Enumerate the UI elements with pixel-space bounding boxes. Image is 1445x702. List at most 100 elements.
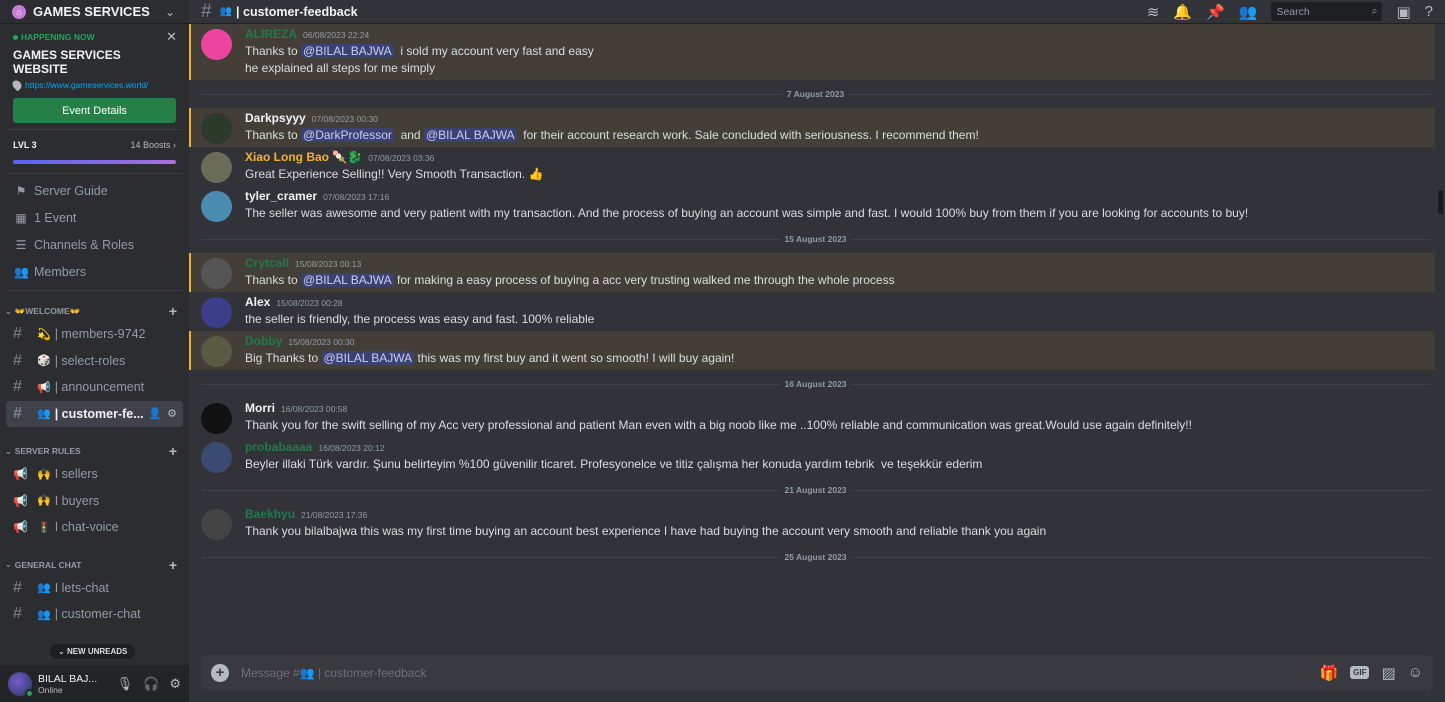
message-body: Dobby 15/08/2023 00:30 Big Thanks to @BILA…: [245, 334, 1425, 367]
message[interactable]: Xiao Long Bao 🍡🐉 07/08/2023 03:36 Great Ex…: [189, 147, 1435, 186]
message[interactable]: Darkpsyyy 07/08/2023 00:30 Thanks to @Dark…: [189, 108, 1435, 147]
message-body: ALIREZA 06/08/2023 22:24 Thanks to @BILAL …: [245, 27, 1425, 77]
microphone-icon[interactable]: 🎙: [117, 676, 134, 692]
author-name[interactable]: Darkpsyyy: [245, 111, 306, 125]
add-channel-icon[interactable]: +: [169, 557, 177, 573]
channel-lets-chat[interactable]: # 👥 I lets-chat: [6, 575, 183, 602]
invite-icon[interactable]: 👤: [148, 407, 162, 420]
avatar[interactable]: [201, 297, 232, 328]
message-header: probabaaaa 16/08/2023 20:12: [245, 440, 1425, 456]
category-general-chat[interactable]: ⌄ GENERAL CHAT +: [0, 555, 189, 575]
user-mention[interactable]: @BILAL BAJWA: [301, 273, 394, 287]
message-content: Thanks to @DarkProfessor and @BILAL BAJW…: [245, 127, 1425, 144]
channel-customer-feedback[interactable]: # 👥 | customer-fe... 👤 ⚙: [6, 400, 183, 427]
gif-icon[interactable]: GIF: [1350, 666, 1370, 679]
author-name[interactable]: Dobby: [245, 334, 282, 348]
nav-channels-roles[interactable]: ☰ Channels & Roles: [0, 231, 189, 258]
author-name[interactable]: ALIREZA: [245, 27, 297, 41]
boost-bar: [13, 160, 176, 164]
add-channel-icon[interactable]: +: [169, 303, 177, 319]
nav-server-guide[interactable]: ⚑ Server Guide: [0, 177, 189, 204]
category-server-rules[interactable]: ⌄ SERVER RULES +: [0, 441, 189, 461]
channel-sellers[interactable]: 📢 🙌 I sellers: [6, 461, 183, 488]
server-header[interactable]: ⌂ GAMES SERVICES ⌄: [0, 0, 189, 24]
channel-members[interactable]: # 💫 | members-9742: [6, 321, 183, 348]
channel-customer-chat[interactable]: # 👥 | customer-chat: [6, 601, 183, 628]
channels-icon: ☰: [15, 237, 27, 252]
bell-icon[interactable]: 🔔: [1173, 3, 1192, 21]
message[interactable]: tyler_cramer 07/08/2023 17:16 The seller w…: [189, 186, 1435, 225]
close-icon[interactable]: ✕: [166, 29, 177, 45]
boost-level: LVL 3: [13, 140, 37, 150]
message-input[interactable]: [241, 665, 1308, 680]
user-mention[interactable]: @BILAL BAJWA: [301, 44, 394, 58]
author-name[interactable]: Xiao Long Bao 🍡🐉: [245, 150, 362, 164]
nav-events[interactable]: ▦ 1 Event: [0, 204, 189, 231]
avatar[interactable]: [201, 258, 232, 289]
emoji-icon[interactable]: ☺: [1408, 664, 1423, 681]
message-text: The seller was awesome and very patient …: [245, 206, 1249, 220]
avatar[interactable]: [201, 113, 232, 144]
new-unreads-button[interactable]: ⌄ NEW UNREADS: [50, 644, 136, 659]
author-name[interactable]: Baekhyu: [245, 507, 295, 521]
threads-icon[interactable]: ≋: [1147, 3, 1160, 21]
avatar[interactable]: [201, 29, 232, 60]
help-icon[interactable]: ?: [1425, 3, 1433, 20]
channel-chat-voice[interactable]: 📢 🚦 I chat-voice: [6, 514, 183, 541]
divider-line: [850, 489, 1431, 491]
user-info[interactable]: BILAL BAJ... Online: [38, 673, 107, 695]
message[interactable]: ALIREZA 06/08/2023 22:24 Thanks to @BILAL …: [189, 24, 1435, 80]
avatar[interactable]: [201, 442, 232, 473]
sticker-icon[interactable]: ▨: [1381, 664, 1395, 682]
member-list-icon[interactable]: 👥: [1239, 3, 1258, 21]
channel-announcement[interactable]: # 📢 | announcement: [6, 374, 183, 401]
boost-progress[interactable]: LVL 3 14 Boosts ›: [0, 130, 189, 164]
divider-line: [850, 383, 1431, 385]
pin-icon[interactable]: 📌: [1206, 3, 1225, 21]
nav-members[interactable]: 👥 Members: [0, 258, 189, 285]
message[interactable]: Alex 15/08/2023 00:28 the seller is friend…: [189, 292, 1435, 331]
message[interactable]: Morri 16/08/2023 00:58 Thank you for the s…: [189, 398, 1435, 437]
avatar[interactable]: [201, 336, 232, 367]
add-channel-icon[interactable]: +: [169, 443, 177, 459]
avatar[interactable]: [201, 152, 232, 183]
message[interactable]: Dobby 15/08/2023 00:30 Big Thanks to @BILA…: [189, 331, 1435, 370]
author-name[interactable]: probabaaaa: [245, 440, 312, 454]
channel-select-roles[interactable]: # 🎲 | select-roles: [6, 348, 183, 375]
avatar[interactable]: [8, 671, 34, 698]
author-name[interactable]: Morri: [245, 401, 275, 415]
chevron-down-icon[interactable]: ⌄: [165, 5, 175, 19]
event-link[interactable]: https://www.gameservices.world/: [25, 80, 148, 90]
gear-icon[interactable]: ⚙: [167, 407, 177, 420]
chevron-down-icon: ⌄: [5, 446, 12, 456]
message[interactable]: Crytcall 15/08/2023 00:13 Thanks to @BILAL…: [189, 253, 1435, 292]
message-text: Thank you bilalbajwa this was my first t…: [245, 524, 1047, 538]
boost-count: 14 Boosts ›: [130, 140, 176, 150]
event-title: GAMES SERVICES WEBSITE: [13, 48, 121, 76]
message[interactable]: Baekhyu 21/08/2023 17:36 Thank you bilalba…: [189, 504, 1435, 543]
category-welcome[interactable]: ⌄ 👐WELCOME👐 +: [0, 301, 189, 321]
message[interactable]: probabaaaa 16/08/2023 20:12 Beyler illaki …: [189, 437, 1435, 476]
add-attachment-icon[interactable]: +: [211, 663, 229, 682]
avatar[interactable]: [201, 191, 232, 222]
author-name[interactable]: tyler_cramer: [245, 189, 317, 203]
gift-icon[interactable]: 🎁: [1319, 664, 1338, 682]
channel-buyers[interactable]: 📢 🙌 I buyers: [6, 488, 183, 515]
user-mention[interactable]: @BILAL BAJWA: [321, 351, 415, 365]
inbox-icon[interactable]: ▣: [1396, 3, 1410, 21]
message-header: Darkpsyyy 07/08/2023 00:30: [245, 111, 1425, 127]
gear-icon[interactable]: ⚙: [169, 676, 181, 692]
channel-name: | customer-fe...: [54, 406, 144, 421]
avatar[interactable]: [201, 403, 232, 434]
event-details-button[interactable]: Event Details: [13, 98, 176, 123]
scrollbar[interactable]: [1438, 190, 1443, 214]
message-list[interactable]: ALIREZA 06/08/2023 22:24 Thanks to @BILAL …: [189, 24, 1445, 702]
author-name[interactable]: Crytcall: [245, 256, 289, 270]
user-mention[interactable]: @BILAL BAJWA: [423, 128, 517, 142]
search-input[interactable]: Search ⌕: [1271, 2, 1383, 21]
user-mention[interactable]: @DarkProfessor: [301, 128, 394, 142]
avatar[interactable]: [201, 509, 232, 540]
author-name[interactable]: Alex: [245, 295, 270, 309]
headphones-icon[interactable]: 🎧: [143, 676, 159, 692]
date-divider: 15 August 2023: [201, 229, 1431, 249]
